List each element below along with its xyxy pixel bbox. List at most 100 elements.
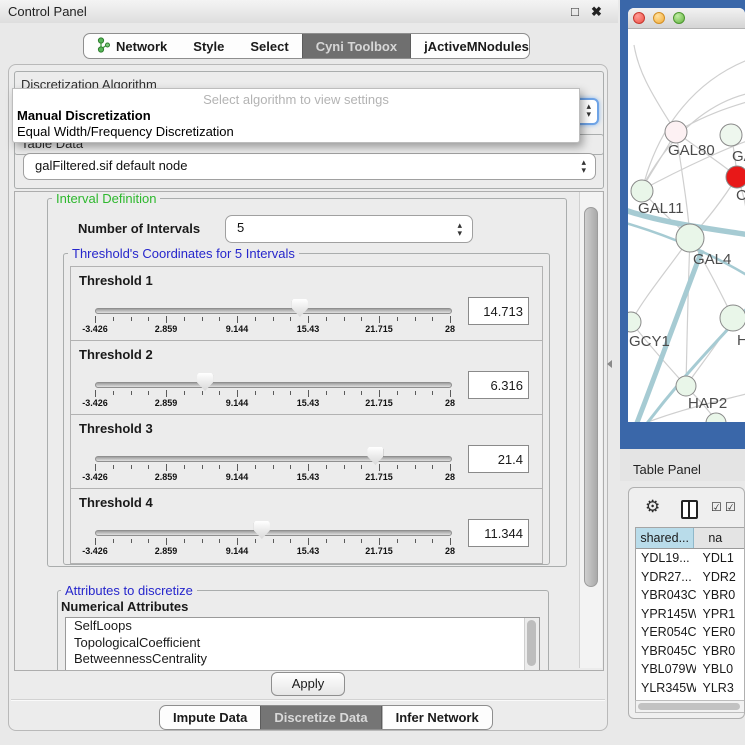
attribute-item[interactable]: TopologicalCoefficient xyxy=(66,635,539,652)
tab-style[interactable]: Style xyxy=(180,34,237,58)
tab-impute-data[interactable]: Impute Data xyxy=(160,706,260,729)
splitter-collapse-arrow[interactable] xyxy=(607,360,612,368)
table-data-combobox[interactable]: galFiltered.sif default node ▴▾ xyxy=(23,153,596,180)
checkbox-icon[interactable]: ☑ xyxy=(711,500,722,514)
combo-stepper-icon: ▴▾ xyxy=(581,158,586,174)
network-view-frame: GAL80GACGAL11GAL4GCY1HHAP2 xyxy=(620,0,745,449)
attribute-item[interactable]: BetweennessCentrality xyxy=(66,651,539,668)
slider-tick-labels: -3.4262.8599.14415.4321.71528 xyxy=(95,398,451,409)
network-window-titlebar[interactable] xyxy=(628,8,745,29)
tab-infer-network[interactable]: Infer Network xyxy=(383,706,492,729)
tab-jactivemnodules[interactable]: jActiveMNodules xyxy=(411,34,530,58)
popup-option-manual-discretization[interactable]: Manual Discretization xyxy=(17,108,151,123)
scrollbar-thumb[interactable] xyxy=(527,620,536,666)
network-node[interactable] xyxy=(676,376,696,396)
apply-button[interactable]: Apply xyxy=(271,672,345,696)
table-row[interactable]: YPR145WYPR1 xyxy=(636,605,745,624)
network-node[interactable] xyxy=(726,166,745,188)
network-icon xyxy=(97,37,110,56)
table-row[interactable]: YDL19...YDL1 xyxy=(636,549,745,568)
scrollbar-thumb[interactable] xyxy=(638,703,740,710)
combo-stepper-icon: ▴▾ xyxy=(586,102,591,118)
popup-option-equal-width-frequency[interactable]: Equal Width/Frequency Discretization xyxy=(17,124,234,139)
table-panel-window: ⚙ ☑ ☑ shared... na YDL19...YDL1YDR27...Y… xyxy=(628,487,745,719)
network-node[interactable] xyxy=(720,305,745,331)
slider-tick-labels: -3.4262.8599.14415.4321.71528 xyxy=(95,472,451,483)
network-node-label: GAL11 xyxy=(638,200,684,217)
column-header-shared-name[interactable]: shared... xyxy=(636,528,694,548)
tab-cyni-toolbox[interactable]: Cyni Toolbox xyxy=(302,34,411,58)
algorithm-dropdown-popup: Select algorithm to view settings Manual… xyxy=(12,88,580,143)
table-data-combobox-value: galFiltered.sif default node xyxy=(35,158,187,173)
attribute-item[interactable]: SelfLoops xyxy=(66,618,539,635)
table-row[interactable]: YBR045CYBR0 xyxy=(636,642,745,661)
tab-select-label: Select xyxy=(250,39,288,54)
threshold-1-slider-track[interactable] xyxy=(95,308,452,314)
tab-impute-data-label: Impute Data xyxy=(173,710,247,725)
checkbox-icon[interactable]: ☑ xyxy=(725,500,736,514)
float-window-icon[interactable]: □ xyxy=(571,4,579,19)
network-node[interactable] xyxy=(676,224,704,252)
numerical-attributes-list[interactable]: SelfLoopsTopologicalCoefficientBetweenne… xyxy=(65,617,540,671)
tab-discretize-data-label: Discretize Data xyxy=(274,710,367,725)
table-row[interactable]: YBL079WYBL0 xyxy=(636,660,745,679)
table-header-row: shared... na xyxy=(636,528,745,549)
threshold-4-label: Threshold 4 xyxy=(79,495,153,510)
network-edge[interactable] xyxy=(634,45,676,132)
interval-definition-legend: Interval Definition xyxy=(52,191,160,206)
attributes-list-scrollbar[interactable] xyxy=(524,618,539,671)
threshold-row-3: Threshold 3 -3.4262.8599.14415.4321.7152… xyxy=(70,414,543,490)
zoom-traffic-light-icon[interactable] xyxy=(673,12,685,24)
tab-network[interactable]: Network xyxy=(84,34,180,58)
tab-select[interactable]: Select xyxy=(237,34,301,58)
threshold-3-slider-track[interactable] xyxy=(95,456,452,462)
table-row[interactable]: YER054CYER0 xyxy=(636,623,745,642)
threshold-3-value-field[interactable]: 21.4 xyxy=(468,445,529,473)
network-edge[interactable] xyxy=(686,238,690,386)
slider-ticks xyxy=(95,390,451,398)
threshold-4-value-field[interactable]: 11.344 xyxy=(468,519,529,547)
network-edge[interactable] xyxy=(631,322,686,386)
threshold-1-slider-thumb[interactable] xyxy=(292,299,308,317)
control-panel-title: Control Panel xyxy=(8,4,87,19)
network-node-label: HAP2 xyxy=(688,395,727,412)
network-node[interactable] xyxy=(628,312,641,332)
attributes-legend: Attributes to discretize xyxy=(61,583,197,598)
table-row[interactable]: YBR043CYBR0 xyxy=(636,586,745,605)
close-window-icon[interactable]: ✖ xyxy=(591,4,602,20)
close-traffic-light-icon[interactable] xyxy=(633,12,645,24)
table-row[interactable]: YDR27...YDR2 xyxy=(636,568,745,587)
network-node-label: C xyxy=(736,187,745,204)
numerical-attributes-label: Numerical Attributes xyxy=(61,599,188,614)
column-header-name[interactable]: na xyxy=(694,528,745,548)
node-table-body: YDL19...YDL1YDR27...YDR2YBR043CYBR0YPR14… xyxy=(636,549,745,701)
number-of-intervals-combobox[interactable]: 5 ▴▾ xyxy=(225,215,473,243)
table-horizontal-scrollbar[interactable] xyxy=(635,700,745,713)
threshold-3-slider-thumb[interactable] xyxy=(367,447,383,465)
threshold-2-slider-thumb[interactable] xyxy=(197,373,213,391)
threshold-2-value-field[interactable]: 6.316 xyxy=(468,371,529,399)
threshold-4-slider-track[interactable] xyxy=(95,530,452,536)
network-node[interactable] xyxy=(706,413,726,422)
network-node[interactable] xyxy=(631,180,653,202)
gear-icon[interactable]: ⚙ xyxy=(645,497,660,517)
number-of-intervals-value: 5 xyxy=(237,220,244,235)
threshold-4-slider-thumb[interactable] xyxy=(254,521,270,539)
threshold-2-slider-track[interactable] xyxy=(95,382,452,388)
interval-definition-box: Interval Definition Number of Intervals … xyxy=(47,198,567,567)
scrollbar-thumb[interactable] xyxy=(584,207,598,587)
table-row[interactable]: YLR345WYLR3 xyxy=(636,679,745,698)
tab-discretize-data[interactable]: Discretize Data xyxy=(260,706,381,729)
slider-tick-labels: -3.4262.8599.14415.4321.71528 xyxy=(95,546,451,557)
panel-separator xyxy=(11,699,605,700)
minimize-traffic-light-icon[interactable] xyxy=(653,12,665,24)
network-node[interactable] xyxy=(665,121,687,143)
network-node[interactable] xyxy=(720,124,742,146)
column-layout-icon[interactable] xyxy=(681,500,698,519)
network-node-label: GA xyxy=(732,148,745,165)
network-canvas[interactable]: GAL80GACGAL11GAL4GCY1HHAP2 xyxy=(628,29,745,422)
pane-vertical-scrollbar[interactable] xyxy=(579,192,602,668)
node-attribute-table: shared... na YDL19...YDL1YDR27...YDR2YBR… xyxy=(635,527,745,701)
tab-infer-network-label: Infer Network xyxy=(396,710,479,725)
threshold-1-value-field[interactable]: 14.713 xyxy=(468,297,529,325)
